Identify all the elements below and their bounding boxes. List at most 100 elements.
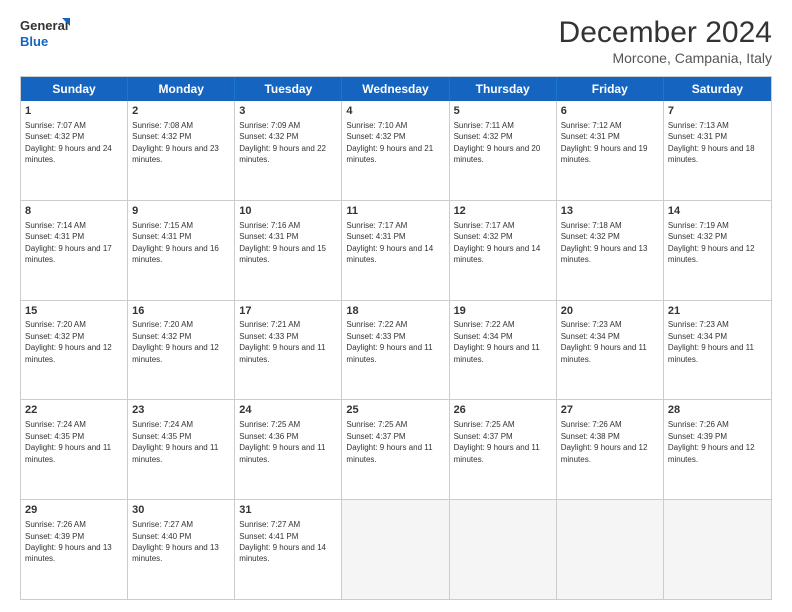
calendar-day-header: Wednesday	[342, 77, 449, 101]
calendar-day-cell: 9Sunrise: 7:15 AMSunset: 4:31 PMDaylight…	[128, 201, 235, 300]
calendar: SundayMondayTuesdayWednesdayThursdayFrid…	[20, 76, 772, 600]
calendar-day-cell: 26Sunrise: 7:25 AMSunset: 4:37 PMDayligh…	[450, 400, 557, 499]
calendar-week-row: 15Sunrise: 7:20 AMSunset: 4:32 PMDayligh…	[21, 301, 771, 401]
day-info: Sunrise: 7:11 AMSunset: 4:32 PMDaylight:…	[454, 121, 541, 164]
calendar-day-cell: 22 Sunrise: 7:24 AMSunset: 4:35 PMDayligh…	[21, 400, 128, 499]
day-number: 15	[25, 304, 123, 319]
day-number: 3	[239, 104, 337, 119]
day-number: 17	[239, 304, 337, 319]
day-number: 1	[25, 104, 123, 119]
calendar-day-header: Tuesday	[235, 77, 342, 101]
calendar-day-cell: 13Sunrise: 7:18 AMSunset: 4:32 PMDayligh…	[557, 201, 664, 300]
day-number: 23	[132, 403, 230, 418]
page-subtitle: Morcone, Campania, Italy	[559, 50, 772, 66]
calendar-day-cell: 19Sunrise: 7:22 AMSunset: 4:34 PMDayligh…	[450, 301, 557, 400]
calendar-day-cell: 30 Sunrise: 7:27 AMSunset: 4:40 PMDayligh…	[128, 500, 235, 599]
day-number: 8	[25, 204, 123, 219]
day-number: 11	[346, 204, 444, 219]
calendar-empty-cell	[342, 500, 449, 599]
calendar-day-cell: 16Sunrise: 7:20 AMSunset: 4:32 PMDayligh…	[128, 301, 235, 400]
day-info: Sunrise: 7:22 AMSunset: 4:34 PMDaylight:…	[454, 320, 540, 363]
calendar-day-cell: 28Sunrise: 7:26 AMSunset: 4:39 PMDayligh…	[664, 400, 771, 499]
day-number: 26	[454, 403, 552, 418]
calendar-header: SundayMondayTuesdayWednesdayThursdayFrid…	[21, 77, 771, 101]
day-number: 2	[132, 104, 230, 119]
day-number: 4	[346, 104, 444, 119]
calendar-week-row: 8 Sunrise: 7:14 AMSunset: 4:31 PMDaylight…	[21, 201, 771, 301]
day-info: Sunrise: 7:10 AMSunset: 4:32 PMDaylight:…	[346, 121, 433, 164]
day-info: Sunrise: 7:17 AMSunset: 4:31 PMDaylight:…	[346, 221, 433, 264]
calendar-day-header: Sunday	[21, 77, 128, 101]
day-number: 7	[668, 104, 767, 119]
calendar-day-cell: 15Sunrise: 7:20 AMSunset: 4:32 PMDayligh…	[21, 301, 128, 400]
day-info: Sunrise: 7:22 AMSunset: 4:33 PMDaylight:…	[346, 320, 432, 363]
calendar-day-header: Saturday	[664, 77, 771, 101]
day-info: Sunrise: 7:23 AMSunset: 4:34 PMDaylight:…	[561, 320, 647, 363]
svg-text:Blue: Blue	[20, 34, 48, 49]
day-number: 20	[561, 304, 659, 319]
day-info: Sunrise: 7:20 AMSunset: 4:32 PMDaylight:…	[132, 320, 219, 363]
calendar-day-header: Monday	[128, 77, 235, 101]
calendar-day-cell: 11 Sunrise: 7:17 AMSunset: 4:31 PMDayligh…	[342, 201, 449, 300]
day-info: Sunrise: 7:23 AMSunset: 4:34 PMDaylight:…	[668, 320, 754, 363]
day-number: 29	[25, 503, 123, 518]
calendar-empty-cell	[450, 500, 557, 599]
day-info: Sunrise: 7:27 AMSunset: 4:41 PMDaylight:…	[239, 520, 326, 563]
calendar-empty-cell	[664, 500, 771, 599]
calendar-day-cell: 8 Sunrise: 7:14 AMSunset: 4:31 PMDaylight…	[21, 201, 128, 300]
calendar-day-cell: 25 Sunrise: 7:25 AMSunset: 4:37 PMDayligh…	[342, 400, 449, 499]
calendar-day-cell: 17Sunrise: 7:21 AMSunset: 4:33 PMDayligh…	[235, 301, 342, 400]
day-number: 19	[454, 304, 552, 319]
day-info: Sunrise: 7:25 AMSunset: 4:37 PMDaylight:…	[346, 420, 432, 463]
calendar-day-cell: 2Sunrise: 7:08 AMSunset: 4:32 PMDaylight…	[128, 101, 235, 200]
day-info: Sunrise: 7:26 AMSunset: 4:38 PMDaylight:…	[561, 420, 648, 463]
day-info: Sunrise: 7:07 AMSunset: 4:32 PMDaylight:…	[25, 121, 112, 164]
day-info: Sunrise: 7:24 AMSunset: 4:35 PMDaylight:…	[25, 420, 111, 463]
svg-text:General: General	[20, 18, 68, 33]
calendar-week-row: 1 Sunrise: 7:07 AMSunset: 4:32 PMDaylight…	[21, 101, 771, 201]
day-number: 28	[668, 403, 767, 418]
day-info: Sunrise: 7:16 AMSunset: 4:31 PMDaylight:…	[239, 221, 326, 264]
day-number: 18	[346, 304, 444, 319]
day-info: Sunrise: 7:13 AMSunset: 4:31 PMDaylight:…	[668, 121, 755, 164]
day-number: 25	[346, 403, 444, 418]
calendar-day-cell: 29Sunrise: 7:26 AMSunset: 4:39 PMDayligh…	[21, 500, 128, 599]
logo: General Blue	[20, 16, 70, 52]
day-info: Sunrise: 7:14 AMSunset: 4:31 PMDaylight:…	[25, 221, 112, 264]
calendar-day-header: Thursday	[450, 77, 557, 101]
day-info: Sunrise: 7:25 AMSunset: 4:36 PMDaylight:…	[239, 420, 325, 463]
calendar-day-cell: 18Sunrise: 7:22 AMSunset: 4:33 PMDayligh…	[342, 301, 449, 400]
calendar-day-cell: 14Sunrise: 7:19 AMSunset: 4:32 PMDayligh…	[664, 201, 771, 300]
day-info: Sunrise: 7:12 AMSunset: 4:31 PMDaylight:…	[561, 121, 648, 164]
calendar-empty-cell	[557, 500, 664, 599]
calendar-day-cell: 7 Sunrise: 7:13 AMSunset: 4:31 PMDaylight…	[664, 101, 771, 200]
calendar-day-cell: 23 Sunrise: 7:24 AMSunset: 4:35 PMDayligh…	[128, 400, 235, 499]
day-number: 27	[561, 403, 659, 418]
calendar-day-cell: 21Sunrise: 7:23 AMSunset: 4:34 PMDayligh…	[664, 301, 771, 400]
calendar-day-cell: 31 Sunrise: 7:27 AMSunset: 4:41 PMDayligh…	[235, 500, 342, 599]
calendar-week-row: 22 Sunrise: 7:24 AMSunset: 4:35 PMDayligh…	[21, 400, 771, 500]
calendar-day-cell: 24 Sunrise: 7:25 AMSunset: 4:36 PMDayligh…	[235, 400, 342, 499]
day-number: 10	[239, 204, 337, 219]
day-info: Sunrise: 7:17 AMSunset: 4:32 PMDaylight:…	[454, 221, 541, 264]
day-number: 30	[132, 503, 230, 518]
day-info: Sunrise: 7:24 AMSunset: 4:35 PMDaylight:…	[132, 420, 218, 463]
day-info: Sunrise: 7:27 AMSunset: 4:40 PMDaylight:…	[132, 520, 219, 563]
calendar-day-cell: 1 Sunrise: 7:07 AMSunset: 4:32 PMDaylight…	[21, 101, 128, 200]
day-number: 12	[454, 204, 552, 219]
day-number: 9	[132, 204, 230, 219]
page-title: December 2024	[559, 16, 772, 50]
calendar-day-header: Friday	[557, 77, 664, 101]
day-number: 31	[239, 503, 337, 518]
day-number: 16	[132, 304, 230, 319]
day-number: 22	[25, 403, 123, 418]
calendar-day-cell: 12 Sunrise: 7:17 AMSunset: 4:32 PMDayligh…	[450, 201, 557, 300]
calendar-day-cell: 3Sunrise: 7:09 AMSunset: 4:32 PMDaylight…	[235, 101, 342, 200]
calendar-day-cell: 20Sunrise: 7:23 AMSunset: 4:34 PMDayligh…	[557, 301, 664, 400]
day-info: Sunrise: 7:19 AMSunset: 4:32 PMDaylight:…	[668, 221, 755, 264]
day-info: Sunrise: 7:21 AMSunset: 4:33 PMDaylight:…	[239, 320, 325, 363]
calendar-week-row: 29Sunrise: 7:26 AMSunset: 4:39 PMDayligh…	[21, 500, 771, 599]
calendar-day-cell: 10 Sunrise: 7:16 AMSunset: 4:31 PMDayligh…	[235, 201, 342, 300]
day-number: 24	[239, 403, 337, 418]
day-info: Sunrise: 7:20 AMSunset: 4:32 PMDaylight:…	[25, 320, 112, 363]
